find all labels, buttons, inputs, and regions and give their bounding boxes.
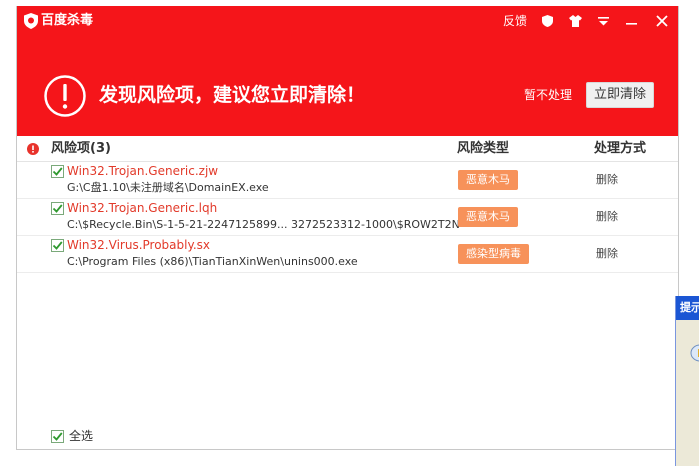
- clean-now-button[interactable]: 立即清除: [586, 82, 654, 108]
- background-dialog: 提示: [675, 296, 699, 466]
- antivirus-window: 百度杀毒 反馈 发现风险项，建议您立即清除！ 暂不处理 立即清除 风险项(3) …: [16, 6, 679, 450]
- select-all-label: 全选: [69, 429, 94, 443]
- app-title: 百度杀毒: [41, 13, 94, 28]
- background-dialog-title: 提示: [676, 296, 699, 320]
- warning-dot-icon: [27, 143, 39, 155]
- column-header-risk-item: 风险项(3): [51, 141, 111, 156]
- feedback-link[interactable]: 反馈: [503, 13, 527, 29]
- threat-path: C:\$Recycle.Bin\S-1-5-21-2247125899... 3…: [67, 218, 460, 231]
- column-header-action: 处理方式: [594, 141, 647, 156]
- table-row: Win32.Trojan.Generic.lqh C:\$Recycle.Bin…: [17, 199, 678, 236]
- title-bar: 百度杀毒 反馈: [17, 6, 678, 36]
- risk-type-badge: 恶意木马: [458, 207, 518, 227]
- baidu-antivirus-logo-icon: [24, 13, 38, 29]
- row-checkbox[interactable]: [51, 239, 64, 252]
- minimize-icon[interactable]: [623, 12, 639, 30]
- threat-name: Win32.Trojan.Generic.lqh: [67, 201, 218, 215]
- close-icon[interactable]: [654, 12, 670, 30]
- alert-title: 发现风险项，建议您立即清除！: [99, 84, 366, 106]
- action-delete[interactable]: 删除: [596, 209, 618, 224]
- alert-header: 百度杀毒 反馈 发现风险项，建议您立即清除！ 暂不处理 立即清除: [17, 6, 678, 136]
- column-header-risk-type: 风险类型: [457, 141, 510, 156]
- select-all-checkbox[interactable]: [51, 430, 64, 443]
- exclamation-circle-icon: [44, 75, 86, 117]
- action-delete[interactable]: 删除: [596, 246, 618, 261]
- info-balloon-icon: [690, 344, 699, 362]
- table-row: Win32.Trojan.Generic.zjw G:\C盘1.10\未注册域名…: [17, 162, 678, 199]
- risk-type-badge: 恶意木马: [458, 170, 518, 190]
- row-checkbox[interactable]: [51, 202, 64, 215]
- threat-name: Win32.Trojan.Generic.zjw: [67, 164, 219, 178]
- footer: 全选: [17, 426, 678, 446]
- shield-icon[interactable]: [539, 12, 555, 30]
- shirt-icon[interactable]: [567, 12, 583, 30]
- action-delete[interactable]: 删除: [596, 172, 618, 187]
- menu-icon[interactable]: [595, 12, 611, 30]
- threat-path: G:\C盘1.10\未注册域名\DomainEX.exe: [67, 181, 269, 194]
- table-row: Win32.Virus.Probably.sx C:\Program Files…: [17, 236, 678, 273]
- threat-path: C:\Program Files (x86)\TianTianXinWen\un…: [67, 255, 358, 268]
- risk-type-badge: 感染型病毒: [458, 244, 529, 264]
- threat-name: Win32.Virus.Probably.sx: [67, 238, 211, 252]
- table-header: 风险项(3) 风险类型 处理方式: [17, 136, 678, 162]
- row-checkbox[interactable]: [51, 165, 64, 178]
- ignore-button[interactable]: 暂不处理: [524, 87, 572, 103]
